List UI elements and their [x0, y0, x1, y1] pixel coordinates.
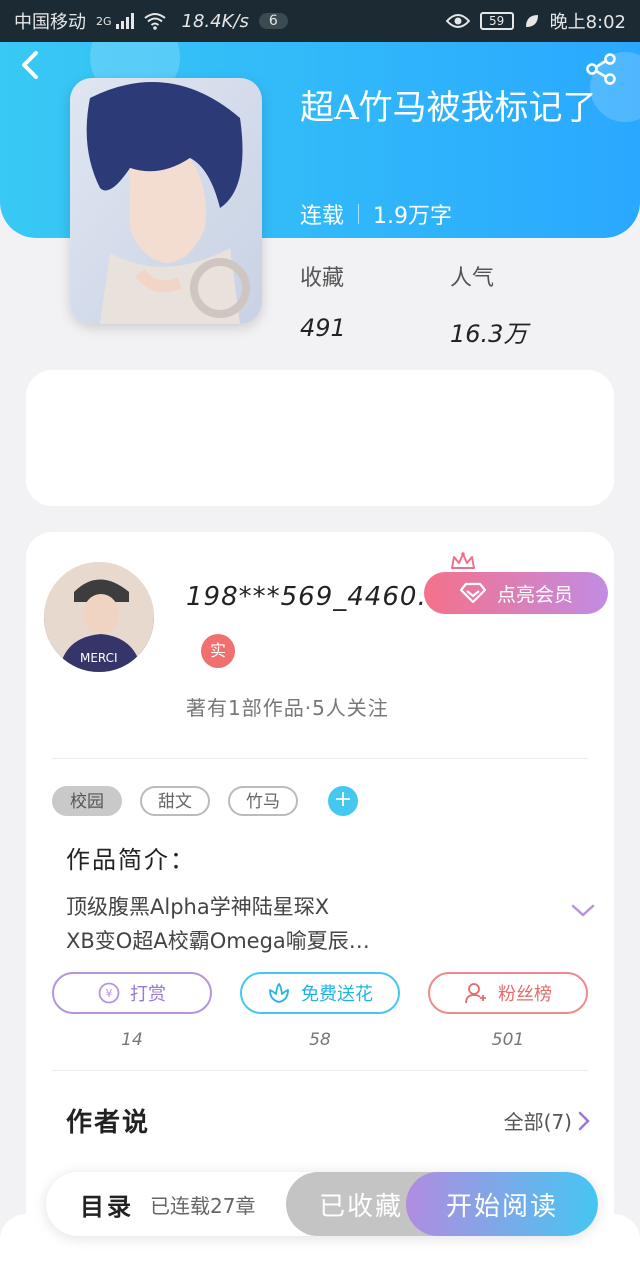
- status-bar: 中国移动 2G 18.4K/s 6 59 晚上8:02: [0, 0, 640, 42]
- eye-icon: [445, 14, 470, 28]
- send-flower-button[interactable]: 免费送花: [240, 972, 400, 1014]
- chevron-right-icon: [578, 1111, 590, 1130]
- network-type: 2G: [96, 14, 112, 28]
- author-says-heading: 作者说: [66, 1108, 151, 1138]
- wifi-icon: [143, 13, 166, 30]
- intro-heading: 作品简介：: [66, 846, 196, 874]
- vip-button-label: 点亮会员: [496, 583, 573, 606]
- author-avatar[interactable]: MERCI: [44, 562, 154, 672]
- action-counts: 14 58 501: [52, 1030, 588, 1050]
- detail-card: MERCI 198***569_4460… 实 点亮会员 著有1部作品·5人关注…: [26, 532, 614, 1272]
- verified-badge: 实: [201, 634, 235, 668]
- meta-divider: [358, 204, 360, 224]
- chapter-count: 已连载27章: [150, 1193, 256, 1218]
- battery-icon: 59: [479, 12, 514, 30]
- add-tag-button[interactable]: +: [328, 786, 358, 816]
- popularity-label: 人气: [450, 266, 495, 291]
- svg-text:MERCI: MERCI: [80, 651, 118, 665]
- diamond-icon: [459, 582, 487, 604]
- book-title: 超A竹马被我标记了: [300, 88, 597, 128]
- book-cover[interactable]: [70, 78, 262, 324]
- action-buttons: ¥ 打赏 免费送花 粉丝榜: [52, 972, 588, 1014]
- reward-count: 14: [121, 1030, 143, 1050]
- crown-icon: [451, 552, 475, 569]
- word-count: 1.9万字: [373, 204, 453, 229]
- intro-text[interactable]: 顶级腹黑Alpha学神陆星琛X XB变O超A校霸Omega喻夏辰…: [66, 890, 546, 958]
- reward-label: 打赏: [130, 984, 166, 1005]
- intro-line: 顶级腹黑Alpha学神陆星琛X: [66, 895, 330, 919]
- fans-label: 粉丝榜: [498, 984, 552, 1005]
- divider: [52, 1070, 588, 1071]
- book-meta: 连载 1.9万字: [300, 198, 452, 230]
- favorites-value: 491: [300, 314, 346, 342]
- yuan-icon: ¥: [98, 982, 120, 1004]
- carrier-label: 中国移动: [14, 12, 86, 33]
- toc-button[interactable]: 目录: [80, 1187, 150, 1222]
- vip-button[interactable]: 点亮会员: [424, 572, 608, 614]
- chevron-down-icon[interactable]: [571, 904, 595, 918]
- net-speed: 18.4K/s: [181, 10, 249, 32]
- author-name[interactable]: 198***569_4460…: [186, 582, 444, 612]
- back-button[interactable]: [20, 50, 60, 90]
- signal-icon: [115, 13, 134, 29]
- flower-label: 免费送花: [301, 984, 373, 1005]
- flower-icon: [269, 983, 289, 1003]
- divider: [52, 758, 588, 759]
- popularity-value: 16.3万: [450, 320, 528, 348]
- fans-count: 501: [491, 1030, 525, 1050]
- fans-icon: [465, 983, 486, 1004]
- author-works-info: 著有1部作品·5人关注: [186, 696, 389, 720]
- tag-list: 校园 甜文 竹马 +: [52, 786, 358, 816]
- flower-count: 58: [309, 1030, 331, 1050]
- start-reading-button[interactable]: 开始阅读: [406, 1172, 598, 1236]
- tag-item[interactable]: 甜文: [140, 786, 210, 816]
- favorites-stat: 收藏 491: [300, 260, 450, 349]
- fans-rank-button[interactable]: 粉丝榜: [428, 972, 588, 1014]
- bottom-action-bar: 目录 已连载27章 已收藏 开始阅读: [46, 1172, 598, 1236]
- ad-placeholder-card: [26, 370, 614, 506]
- reward-button[interactable]: ¥ 打赏: [52, 972, 212, 1014]
- view-all-link[interactable]: 全部(7): [504, 1106, 590, 1135]
- serial-status: 连载: [300, 204, 345, 229]
- favorites-label: 收藏: [300, 266, 345, 291]
- notification-count: 6: [258, 13, 288, 29]
- book-stats: 收藏 491 人气 16.3万: [300, 260, 600, 349]
- back-icon: [22, 51, 38, 79]
- svg-text:¥: ¥: [106, 987, 113, 1000]
- intro-line: XB变O超A校霸Omega喻夏辰…: [66, 929, 370, 953]
- popularity-stat: 人气 16.3万: [450, 260, 600, 349]
- leaf-icon: [525, 15, 538, 27]
- tag-item[interactable]: 竹马: [228, 786, 298, 816]
- clock: 晚上8:02: [549, 12, 626, 33]
- view-all-label: 全部(7): [503, 1110, 572, 1134]
- tag-item[interactable]: 校园: [52, 786, 122, 816]
